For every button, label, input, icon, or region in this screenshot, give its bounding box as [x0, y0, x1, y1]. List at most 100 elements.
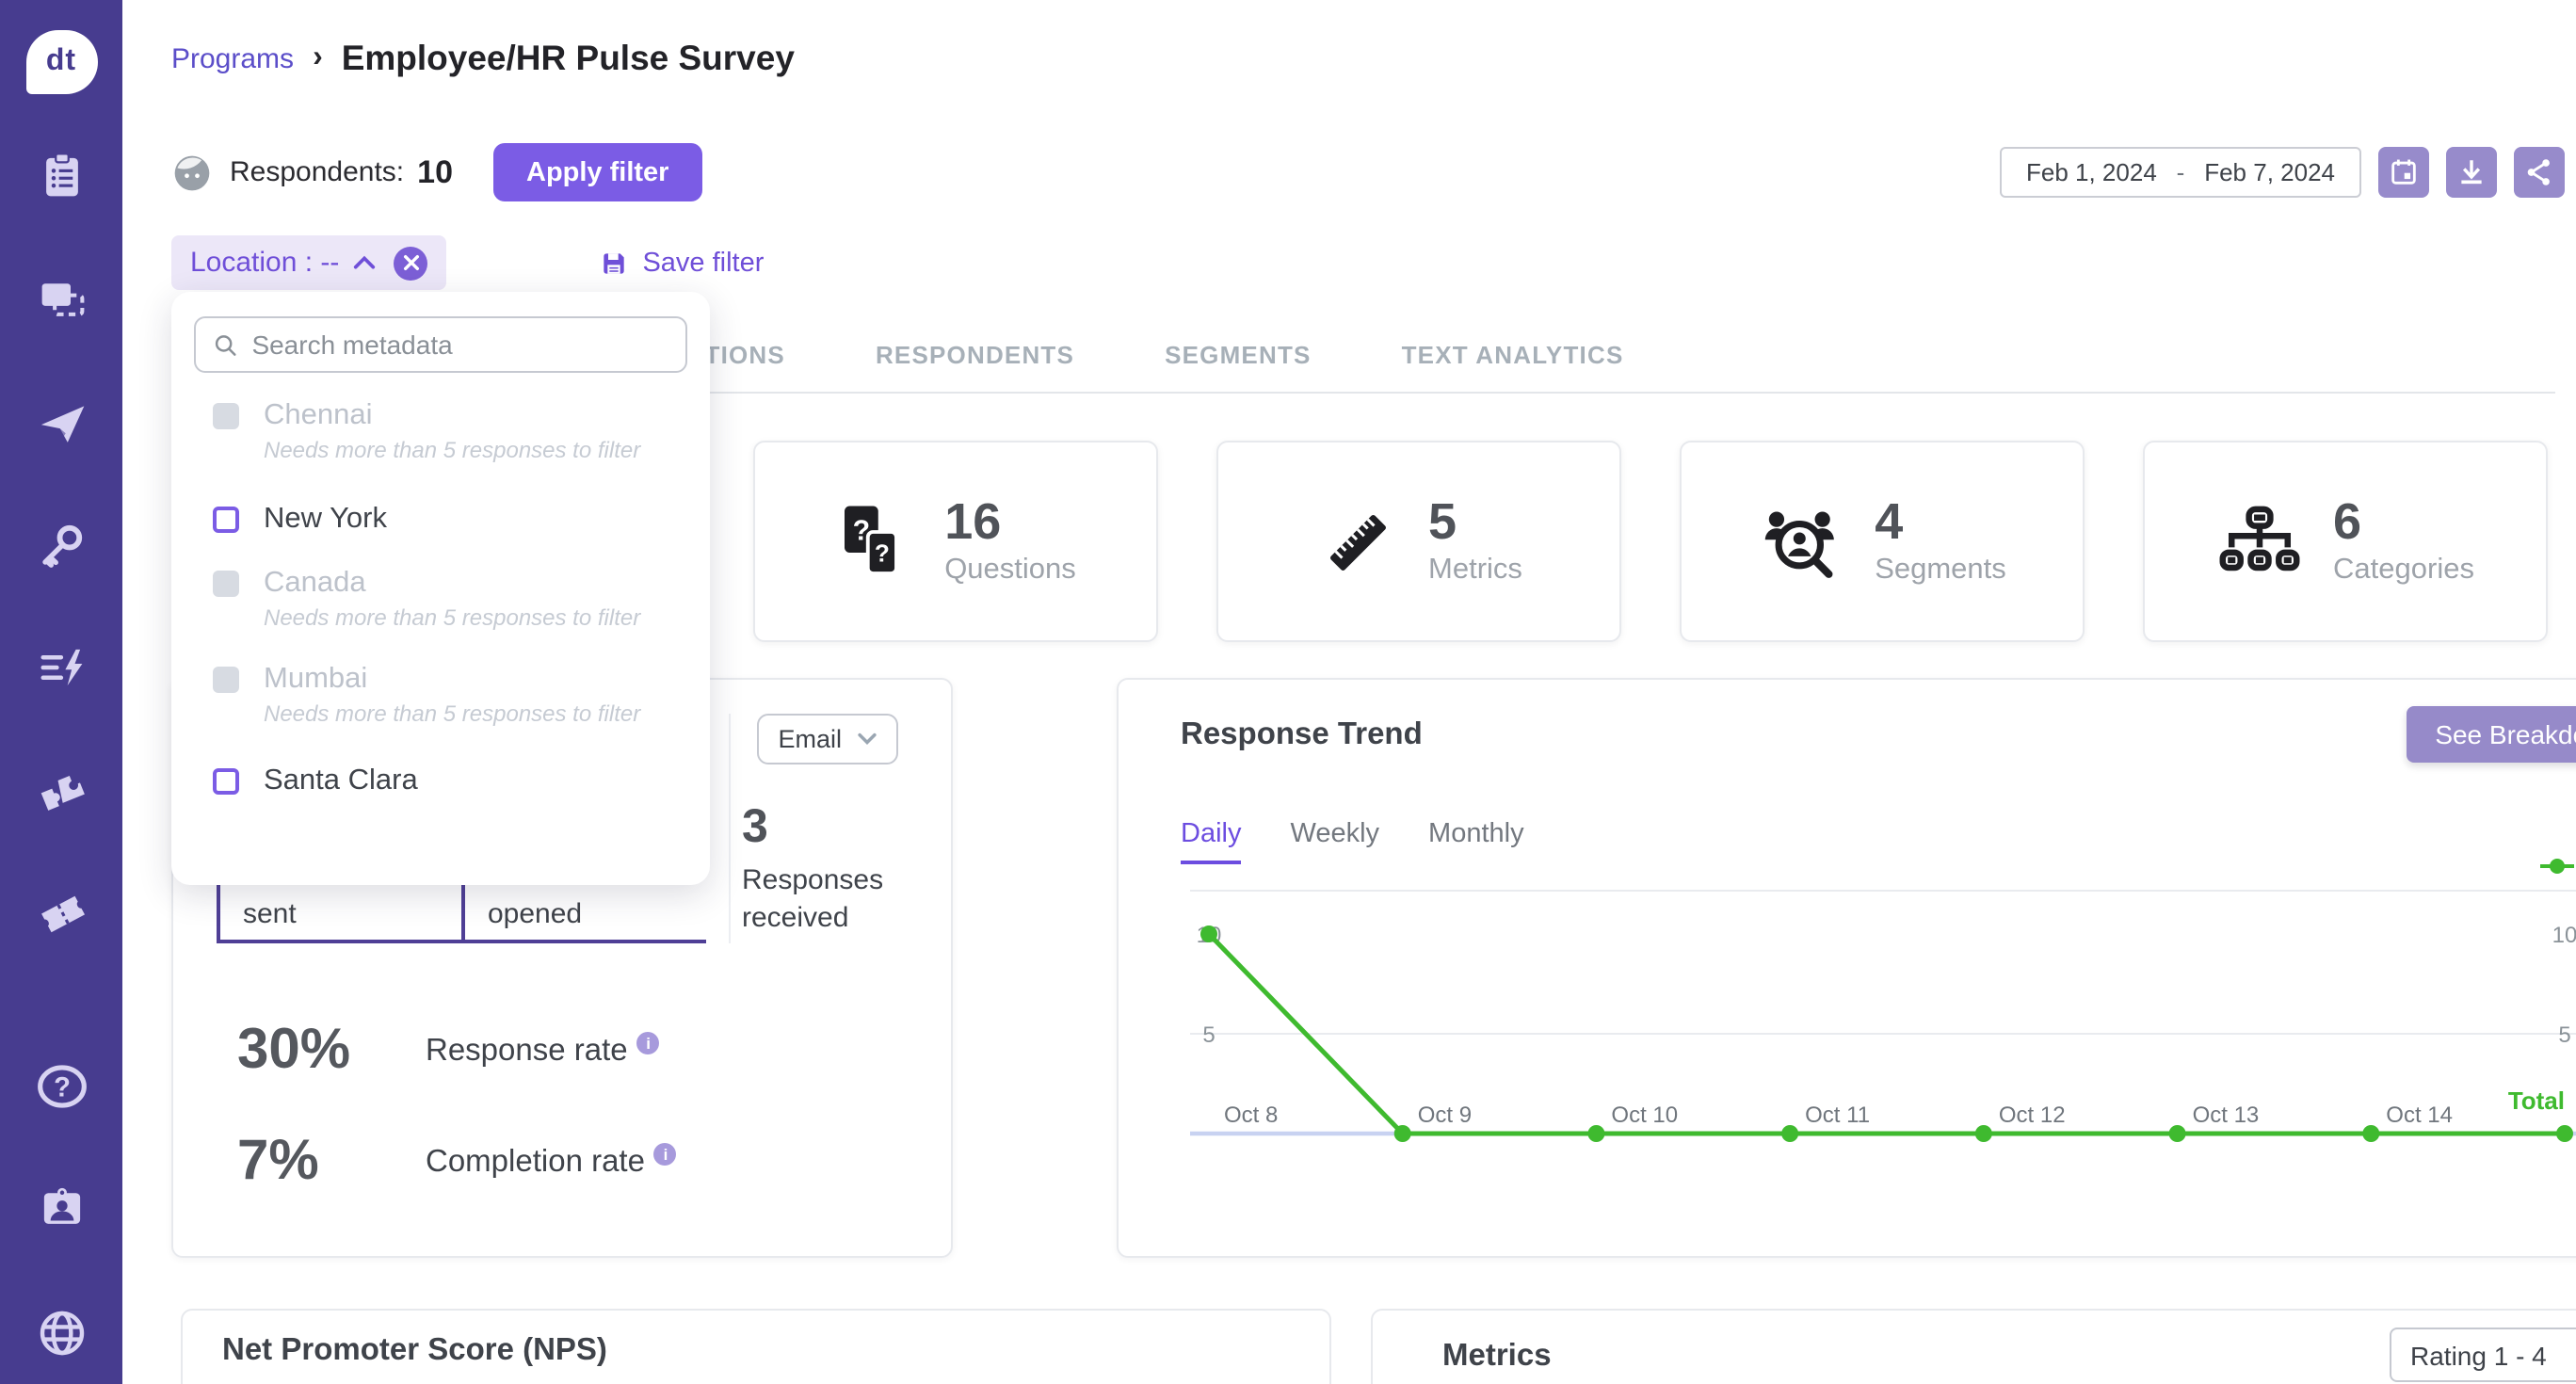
- svg-text:10: 10: [2552, 923, 2576, 948]
- categories-label: Categories: [2333, 553, 2474, 587]
- metrics-label: Metrics: [1428, 553, 1522, 587]
- segments-card: 4 Segments: [1680, 441, 2085, 642]
- date-range-field[interactable]: Feb 1, 2024 - Feb 7, 2024: [2000, 147, 2361, 198]
- completion-rate-label: Completion rate: [426, 1144, 645, 1180]
- sidebar-item-actions[interactable]: [35, 642, 88, 693]
- calendar-button[interactable]: [2378, 147, 2429, 198]
- trend-tab-weekly[interactable]: Weekly: [1290, 819, 1379, 864]
- response-trend-chart: 551010Oct 8Oct 9Oct 10Oct 11Oct 12Oct 13…: [1175, 883, 2576, 1194]
- responses-received-block: 3 Responses received: [742, 800, 911, 939]
- option-mumbai[interactable]: Mumbai Needs more than 5 responses to fi…: [194, 663, 687, 727]
- date-start: Feb 1, 2024: [2026, 158, 2157, 186]
- option-santa-clara[interactable]: Santa Clara: [194, 764, 687, 798]
- toolbar: Respondents: 10 Apply filter Feb 1, 2024…: [171, 143, 2565, 201]
- chevron-up-icon[interactable]: [352, 254, 377, 271]
- completion-rate-value: 7%: [237, 1130, 426, 1194]
- puzzle-icon: [34, 764, 89, 815]
- sidebar-item-language[interactable]: [35, 1307, 88, 1360]
- svg-text:5: 5: [1202, 1022, 1215, 1048]
- completion-rate-row: 7% Completion rate i: [237, 1130, 677, 1194]
- breadcrumb-programs-link[interactable]: Programs: [171, 42, 294, 74]
- breadcrumb: Programs › Employee/HR Pulse Survey: [171, 38, 795, 79]
- svg-text:Oct 11: Oct 11: [1805, 1102, 1870, 1128]
- channel-select-value: Email: [778, 725, 842, 753]
- sidebar-item-distribute[interactable]: [35, 397, 88, 450]
- sidebar-item-surveys[interactable]: [36, 151, 87, 201]
- toolbar-right: Feb 1, 2024 - Feb 7, 2024: [2000, 147, 2565, 198]
- option-canada[interactable]: Canada Needs more than 5 responses to fi…: [194, 567, 687, 631]
- categories-count: 6: [2333, 496, 2474, 550]
- option-chennai[interactable]: Chennai Needs more than 5 responses to f…: [194, 399, 687, 463]
- trend-tab-daily[interactable]: Daily: [1181, 819, 1241, 864]
- response-rate-label: Response rate: [426, 1033, 628, 1069]
- share-button[interactable]: [2514, 147, 2565, 198]
- list-flash-icon: [35, 642, 88, 693]
- sidebar-item-account[interactable]: [36, 1183, 87, 1233]
- option-new-york[interactable]: New York: [194, 503, 687, 537]
- metrics-section-card: Metrics Rating 1 - 4: [1371, 1309, 2576, 1384]
- checkbox-santa-clara[interactable]: [213, 768, 239, 795]
- dt-logo-text: dt: [25, 30, 97, 94]
- svg-text:Oct 13: Oct 13: [2193, 1102, 2260, 1128]
- response-trend-card: Response Trend See Breakdown Daily Weekl…: [1117, 678, 2576, 1258]
- sidebar-item-access[interactable]: [36, 520, 87, 571]
- metadata-search[interactable]: [194, 316, 687, 373]
- channel-select[interactable]: Email: [757, 714, 898, 764]
- key-icon: [36, 520, 87, 571]
- tab-respondents[interactable]: RESPONDENTS: [876, 341, 1074, 369]
- segments-label: Segments: [1875, 553, 2006, 587]
- svg-text:Oct 10: Oct 10: [1611, 1102, 1678, 1128]
- see-breakdown-button[interactable]: See Breakdown: [2407, 706, 2576, 763]
- metadata-search-input[interactable]: [251, 330, 668, 360]
- option-label: Santa Clara: [264, 764, 418, 798]
- help-icon: ?: [35, 1060, 88, 1113]
- option-label: Mumbai: [264, 663, 640, 697]
- sidebar-item-events[interactable]: [34, 887, 89, 938]
- option-note: Needs more than 5 responses to filter: [264, 437, 640, 463]
- apply-filter-button[interactable]: Apply filter: [492, 143, 702, 201]
- save-icon: [599, 248, 629, 278]
- response-trend-title: Response Trend: [1181, 717, 1423, 753]
- checkbox-canada: [213, 571, 239, 597]
- categories-card: 6 Categories: [2143, 441, 2548, 642]
- sidebar-item-help[interactable]: ?: [35, 1060, 88, 1113]
- completion-rate-info-icon[interactable]: i: [654, 1143, 677, 1166]
- breadcrumb-separator: ›: [313, 41, 323, 75]
- rating-select[interactable]: Rating 1 - 4: [2390, 1328, 2576, 1382]
- svg-text:?: ?: [53, 1072, 70, 1102]
- location-filter-chip[interactable]: Location : --: [171, 235, 446, 290]
- metrics-section-title: Metrics: [1442, 1339, 1552, 1375]
- option-label: Chennai: [264, 399, 640, 433]
- save-filter-button[interactable]: Save filter: [599, 248, 764, 278]
- location-chip-label: Location : --: [190, 247, 339, 279]
- nps-title: Net Promoter Score (NPS): [222, 1333, 1329, 1369]
- download-button[interactable]: [2446, 147, 2497, 198]
- save-filter-label: Save filter: [642, 248, 764, 278]
- trend-interval-tabs: Daily Weekly Monthly: [1181, 819, 1524, 864]
- sidebar-item-templates[interactable]: [35, 273, 88, 324]
- trend-tab-monthly[interactable]: Monthly: [1428, 819, 1524, 864]
- clipboard-icon: [36, 151, 87, 201]
- respondents-avatar-icon: [171, 152, 213, 193]
- tab-segments[interactable]: SEGMENTS: [1165, 341, 1312, 369]
- question-cards-icon: ? ?: [835, 500, 914, 583]
- checkbox-chennai: [213, 403, 239, 429]
- hierarchy-icon: [2216, 502, 2303, 581]
- svg-text:Oct 12: Oct 12: [1999, 1102, 2066, 1128]
- calendar-icon: [2388, 156, 2420, 188]
- response-rate-info-icon[interactable]: i: [637, 1032, 660, 1054]
- respondents-count: 10: [417, 153, 453, 191]
- option-label: New York: [264, 503, 387, 537]
- ruler-icon: [1315, 500, 1398, 583]
- dt-logo[interactable]: dt: [25, 30, 97, 94]
- rating-select-value: Rating 1 - 4: [2410, 1340, 2547, 1370]
- checkbox-new-york[interactable]: [213, 507, 239, 533]
- chevron-down-icon: [857, 732, 877, 746]
- metrics-count: 5: [1428, 496, 1522, 550]
- remove-filter-icon[interactable]: [394, 246, 427, 280]
- paper-plane-icon: [35, 397, 88, 450]
- tab-text-analytics[interactable]: TEXT ANALYTICS: [1402, 341, 1624, 369]
- location-filter-dropdown: Chennai Needs more than 5 responses to f…: [171, 292, 710, 885]
- sidebar-item-integrations[interactable]: [34, 764, 89, 815]
- responses-received-label: Responses received: [742, 862, 911, 939]
